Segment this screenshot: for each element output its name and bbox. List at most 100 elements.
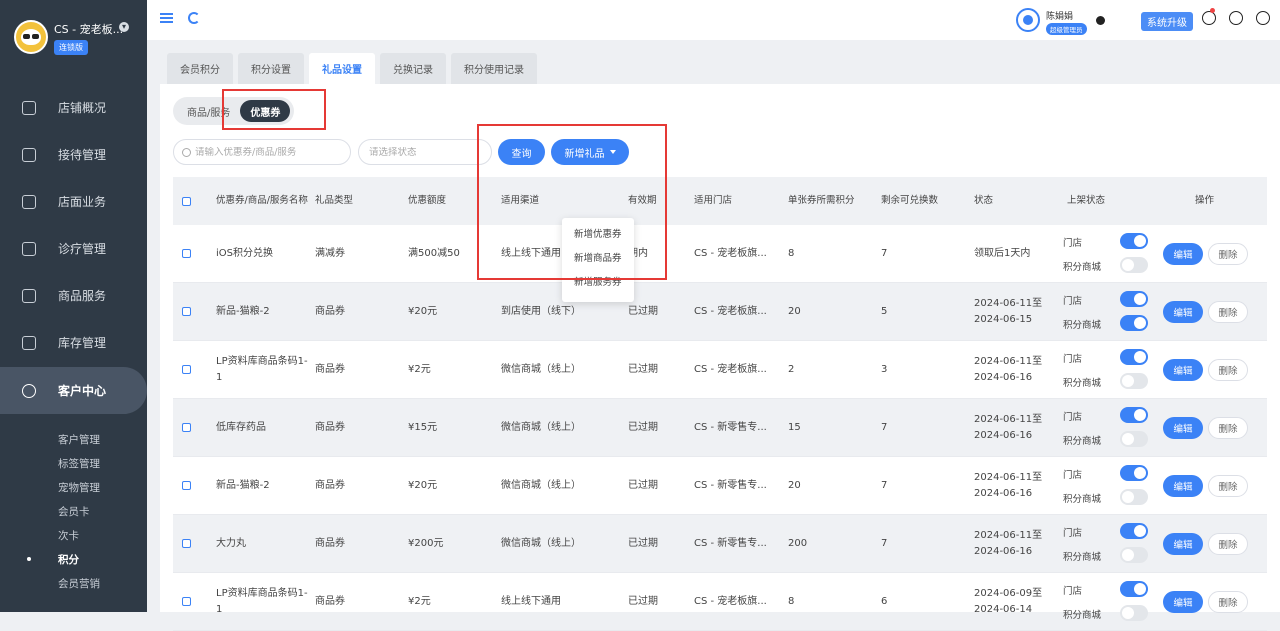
tab-points-settings[interactable]: 积分设置 (238, 53, 304, 84)
refresh-icon[interactable] (188, 12, 200, 24)
nav-item-products[interactable]: 商品服务 (0, 272, 147, 319)
tab-exchange-records[interactable]: 兑换记录 (380, 53, 446, 84)
store-label: 门店 (1063, 470, 1083, 481)
sub-item-times-card[interactable]: 次卡 (58, 528, 79, 543)
nav-item-inventory[interactable]: 库存管理 (0, 319, 147, 366)
edit-button[interactable]: 编辑 (1163, 475, 1203, 497)
store-brand[interactable]: CS - 宠老板... ▾ 连锁版 (0, 0, 147, 80)
row-checkbox[interactable] (182, 225, 191, 282)
tab-gift-settings[interactable]: 礼品设置 (309, 53, 375, 84)
sub-item-member-card[interactable]: 会员卡 (58, 504, 90, 519)
nav-label: 客户中心 (58, 384, 107, 398)
edit-button[interactable]: 编辑 (1163, 301, 1203, 323)
table-row: LP资料库商品条码1-1 商品券 ¥2元 微信商城（线上） 已过期 CS - 宠老板旗..… (173, 341, 1267, 399)
help-icon[interactable] (1256, 11, 1270, 25)
bell-icon[interactable] (1202, 11, 1216, 25)
delete-button[interactable]: 删除 (1208, 591, 1248, 613)
mall-toggle[interactable] (1120, 257, 1148, 273)
menu-icon[interactable] (160, 13, 173, 23)
search-input[interactable] (195, 146, 335, 158)
cell-type: 商品券 (315, 595, 345, 607)
edit-button[interactable]: 编辑 (1163, 359, 1203, 381)
nav-item-reception[interactable]: 接待管理 (0, 131, 147, 178)
select-all-checkbox[interactable] (182, 177, 191, 225)
table-row: 新品-猫粮-2 商品券 ¥20元 微信商城（线上） 已过期 CS - 新零售专... 20 7… (173, 457, 1267, 515)
store-toggle[interactable] (1120, 407, 1148, 423)
store-toggle[interactable] (1120, 465, 1148, 481)
cell-channel: 微信商城（线上） (501, 363, 581, 375)
cell-amount: ¥20元 (408, 305, 438, 317)
delete-button[interactable]: 删除 (1208, 301, 1248, 323)
cell-validity: 已过期 (628, 479, 658, 491)
sub-item-points[interactable]: 积分 (58, 552, 79, 567)
status-select[interactable] (358, 139, 492, 165)
cell-name: iOS积分兑换 (216, 247, 273, 259)
store-name[interactable]: CS - 宠老板... (54, 21, 123, 37)
sub-item-member-marketing[interactable]: 会员营销 (58, 576, 100, 591)
nav-item-customer-center[interactable]: 客户中心 (0, 367, 147, 414)
search-box[interactable] (173, 139, 351, 165)
cell-name: 新品-猫粮-2 (216, 479, 270, 491)
edit-button[interactable]: 编辑 (1163, 533, 1203, 555)
mall-toggle[interactable] (1120, 605, 1148, 621)
store-toggle[interactable] (1120, 349, 1148, 365)
cell-points: 20 (788, 479, 801, 491)
mall-toggle[interactable] (1120, 489, 1148, 505)
mall-toggle[interactable] (1120, 373, 1148, 389)
row-checkbox[interactable] (182, 341, 191, 398)
delete-button[interactable]: 删除 (1208, 417, 1248, 439)
sub-item-pets[interactable]: 宠物管理 (58, 480, 100, 495)
sub-item-tags[interactable]: 标签管理 (58, 456, 100, 471)
edit-button[interactable]: 编辑 (1163, 243, 1203, 265)
tab-member-points[interactable]: 会员积分 (167, 53, 233, 84)
cell-type: 商品券 (315, 479, 345, 491)
cell-validity: 已过期 (628, 363, 658, 375)
row-checkbox[interactable] (182, 457, 191, 514)
nav-item-store-overview[interactable]: 店铺概况 (0, 84, 147, 131)
delete-button[interactable]: 删除 (1208, 475, 1248, 497)
user-name[interactable]: 陈娟娟 (1046, 9, 1073, 22)
table-row: LP资料库商品条码1-1 商品券 ¥2元 线上线下通用 已过期 CS - 宠老板旗... 8… (173, 573, 1267, 631)
tab-points-usage[interactable]: 积分使用记录 (451, 53, 537, 84)
cell-name: 大力丸 (216, 537, 246, 549)
delete-button[interactable]: 删除 (1208, 243, 1248, 265)
status-select-input[interactable] (369, 146, 491, 158)
store-toggle[interactable] (1120, 523, 1148, 539)
edit-button[interactable]: 编辑 (1163, 591, 1203, 613)
delete-button[interactable]: 删除 (1208, 359, 1248, 381)
cell-validity: 已过期 (628, 305, 658, 317)
mall-toggle[interactable] (1120, 431, 1148, 447)
edit-button[interactable]: 编辑 (1163, 417, 1203, 439)
nav-item-medical[interactable]: 诊疗管理 (0, 225, 147, 272)
store-toggle[interactable] (1120, 233, 1148, 249)
header-status: 状态 (974, 195, 994, 206)
cell-validity: 已过期 (628, 537, 658, 549)
chevron-down-icon[interactable]: ▾ (119, 22, 129, 32)
row-checkbox[interactable] (182, 283, 191, 340)
headset-icon[interactable] (1229, 11, 1243, 25)
store-toggle[interactable] (1120, 291, 1148, 307)
cell-status: 2024-06-11至2024-06-16 (974, 413, 1043, 441)
customer-icon (22, 383, 36, 398)
notification-dot (1210, 8, 1215, 13)
system-upgrade-button[interactable]: 系统升级 (1141, 12, 1193, 31)
row-checkbox[interactable] (182, 515, 191, 572)
store-toggle[interactable] (1120, 581, 1148, 597)
mall-toggle[interactable] (1120, 315, 1148, 331)
delete-button[interactable]: 删除 (1208, 533, 1248, 555)
row-checkbox[interactable] (182, 573, 191, 630)
listing-toggles: 门店 积分商城 (1063, 283, 1173, 340)
sub-item-customers[interactable]: 客户管理 (58, 432, 100, 447)
cell-channel: 微信商城（线上） (501, 421, 581, 433)
mall-label: 积分商城 (1063, 320, 1102, 331)
nav-item-store-business[interactable]: 店面业务 (0, 178, 147, 225)
cell-points: 200 (788, 537, 808, 549)
mall-toggle[interactable] (1120, 547, 1148, 563)
cell-name: 低库存药品 (216, 421, 266, 433)
row-checkbox[interactable] (182, 399, 191, 456)
box-icon (22, 335, 36, 350)
listing-toggles: 门店 积分商城 (1063, 457, 1173, 514)
chevron-down-icon[interactable] (1096, 16, 1105, 25)
user-avatar[interactable] (1016, 8, 1040, 32)
header-remaining: 剩余可兑换数 (881, 195, 939, 206)
